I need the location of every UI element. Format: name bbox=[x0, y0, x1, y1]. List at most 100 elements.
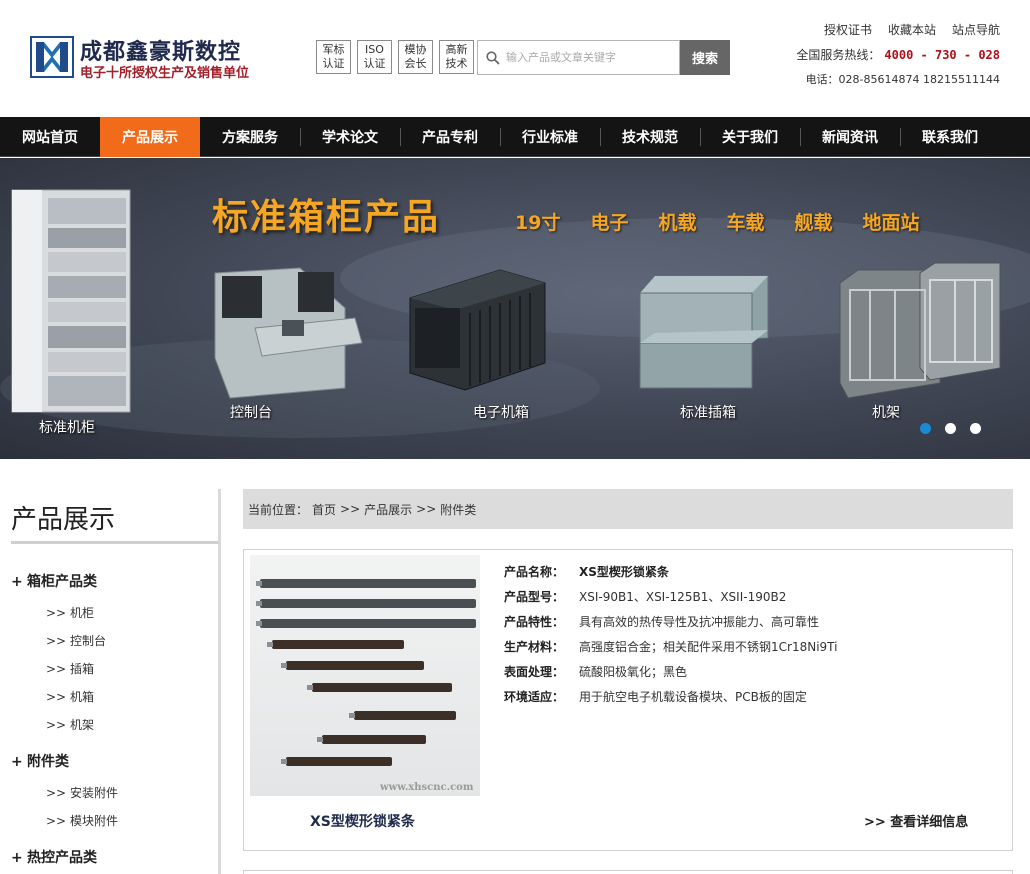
search-button[interactable]: 搜索 bbox=[680, 40, 730, 75]
breadcrumb: 当前位置： 首页 >> 产品展示 >> 附件类 bbox=[243, 489, 1013, 529]
caption-rack: 机架 bbox=[872, 405, 900, 421]
product-image[interactable]: www.xhscnc.com bbox=[250, 555, 480, 796]
spec-key: 产品名称： bbox=[504, 565, 565, 579]
nav-home[interactable]: 网站首页 bbox=[0, 117, 100, 157]
logo-icon bbox=[30, 36, 74, 78]
spec-value: 高强度铝合金；相关配件采用不锈钢1Cr18Ni9Ti bbox=[579, 640, 838, 654]
search-icon bbox=[486, 50, 500, 65]
nav-products[interactable]: 产品展示 bbox=[100, 117, 200, 157]
subcategory-item[interactable]: >> 控制台 bbox=[46, 632, 106, 649]
spec-value: 具有高效的热传导性及抗冲振能力、高可靠性 bbox=[579, 615, 820, 629]
company-subtitle: 电子十所授权生产及销售单位 bbox=[80, 66, 250, 81]
breadcrumb-current[interactable]: 附件类 bbox=[440, 501, 476, 518]
nav-industry-standards[interactable]: 行业标准 bbox=[500, 117, 600, 157]
banner-tag: 舰载 bbox=[794, 212, 833, 234]
subcategory-item[interactable]: >> 安装附件 bbox=[46, 784, 118, 801]
company-logo[interactable]: 成都鑫豪斯数控 电子十所授权生产及销售单位 bbox=[30, 34, 280, 84]
badge-line: 军标 bbox=[322, 43, 345, 56]
hotline-number: 4000 - 730 - 028 bbox=[884, 48, 1000, 62]
search-input[interactable] bbox=[506, 51, 671, 64]
subcategory-label: 机箱 bbox=[69, 690, 94, 704]
nav-solutions[interactable]: 方案服务 bbox=[200, 117, 300, 157]
spec-key: 产品特性： bbox=[504, 615, 565, 629]
nav-patents[interactable]: 产品专利 bbox=[400, 117, 500, 157]
subcategory-label: 模块附件 bbox=[69, 814, 118, 828]
breadcrumb-separator: >> bbox=[416, 502, 437, 516]
rack-illustration bbox=[839, 262, 1001, 399]
slider-dot-2[interactable] bbox=[945, 423, 956, 434]
spec-row: 环境适应： 用于航空电子机载设备模块、PCB板的固定 bbox=[504, 684, 837, 709]
spec-key: 表面处理： bbox=[504, 665, 565, 679]
category-cabinet-products[interactable]: + 箱柜产品类 bbox=[11, 571, 97, 591]
link-sitemap[interactable]: 站点导航 bbox=[952, 21, 1000, 38]
breadcrumb-products[interactable]: 产品展示 bbox=[364, 501, 412, 518]
breadcrumb-home[interactable]: 首页 bbox=[312, 501, 336, 518]
expand-icon: + bbox=[11, 574, 23, 590]
spec-row: 表面处理： 硫酸阳极氧化；黑色 bbox=[504, 659, 837, 684]
main-nav: 网站首页 产品展示 方案服务 学术论文 产品专利 行业标准 技术规范 关于我们 … bbox=[0, 117, 1030, 157]
spec-key: 环境适应： bbox=[504, 690, 565, 704]
banner-tag: 电子 bbox=[590, 212, 629, 234]
category-label: 热控产品类 bbox=[27, 850, 97, 866]
caption-console: 控制台 bbox=[230, 405, 272, 421]
slider-dots bbox=[920, 423, 981, 434]
badge-military: 军标 认证 bbox=[316, 40, 351, 74]
subcategory-item[interactable]: >> 机架 bbox=[46, 716, 94, 733]
link-certificate[interactable]: 授权证书 bbox=[824, 21, 872, 38]
nav-tech-specs[interactable]: 技术规范 bbox=[600, 117, 700, 157]
wedge-lock-illustration bbox=[256, 579, 476, 766]
subcategory-item[interactable]: >> 机柜 bbox=[46, 604, 94, 621]
hero-banner[interactable]: 标准箱柜产品 19寸 电子 机载 车载 舰载 地面站 标准机柜 控制台 电子机箱… bbox=[0, 158, 1030, 459]
subcategory-item[interactable]: >> 模块附件 bbox=[46, 812, 118, 829]
link-bookmark[interactable]: 收藏本站 bbox=[888, 21, 936, 38]
badge-line: 技术 bbox=[445, 57, 468, 70]
slider-dot-3[interactable] bbox=[970, 423, 981, 434]
spec-value: XS型楔形锁紧条 bbox=[579, 565, 669, 579]
badge-line: 高新 bbox=[445, 43, 468, 56]
subcategory-item[interactable]: >> 插箱 bbox=[46, 660, 94, 677]
subcategory-item[interactable]: >> 机箱 bbox=[46, 688, 94, 705]
cabinet-illustration bbox=[11, 189, 131, 413]
banner-tag: 车载 bbox=[726, 212, 765, 234]
spec-value: 硫酸阳极氧化；黑色 bbox=[579, 665, 688, 679]
product-card: www.xhscnc.com XS型楔形锁紧条 >> 查看详细信息 产品名称： … bbox=[243, 549, 1013, 851]
badge-line: ISO bbox=[365, 43, 384, 56]
spec-value: 用于航空电子机载设备模块、PCB板的固定 bbox=[579, 690, 807, 704]
category-accessories[interactable]: + 附件类 bbox=[11, 751, 69, 771]
subcategory-label: 控制台 bbox=[69, 634, 106, 648]
top-links: 授权证书 收藏本站 站点导航 bbox=[824, 21, 1000, 38]
spec-row: 产品名称： XS型楔形锁紧条 bbox=[504, 559, 837, 584]
caption-subrack: 标准插箱 bbox=[680, 405, 736, 421]
nav-contact[interactable]: 联系我们 bbox=[900, 117, 1000, 157]
spec-row: 产品特性： 具有高效的热传导性及抗冲振能力、高可靠性 bbox=[504, 609, 837, 634]
search-field-wrapper[interactable] bbox=[477, 40, 680, 75]
badge-association: 模协 会长 bbox=[398, 40, 433, 74]
spec-key: 生产材料： bbox=[504, 640, 565, 654]
sidebar-divider bbox=[218, 489, 221, 874]
product-caption[interactable]: XS型楔形锁紧条 bbox=[310, 811, 415, 831]
caption-cabinet: 标准机柜 bbox=[39, 420, 95, 436]
nav-papers[interactable]: 学术论文 bbox=[300, 117, 400, 157]
product-specs: 产品名称： XS型楔形锁紧条 产品型号： XSI-90B1、XSI-125B1、… bbox=[504, 559, 837, 709]
badge-iso: ISO 认证 bbox=[357, 40, 392, 74]
next-product-card bbox=[243, 870, 1013, 874]
expand-icon: + bbox=[11, 754, 23, 770]
site-header: 成都鑫豪斯数控 电子十所授权生产及销售单位 军标 认证 ISO 认证 模协 会长… bbox=[0, 0, 1030, 117]
category-label: 箱柜产品类 bbox=[27, 574, 97, 590]
banner-tags: 19寸 电子 机载 车载 舰载 地面站 bbox=[515, 208, 920, 235]
sidebar-title: 产品展示 bbox=[11, 505, 116, 535]
caption-chassis: 电子机箱 bbox=[473, 405, 529, 421]
console-illustration bbox=[214, 267, 363, 399]
image-watermark: www.xhscnc.com bbox=[380, 782, 474, 793]
slider-dot-1[interactable] bbox=[920, 423, 931, 434]
subcategory-label: 机柜 bbox=[69, 606, 94, 620]
view-details-link[interactable]: >> 查看详细信息 bbox=[864, 811, 968, 830]
certification-badges: 军标 认证 ISO 认证 模协 会长 高新 技术 bbox=[316, 40, 474, 74]
category-label: 附件类 bbox=[27, 754, 69, 770]
banner-tag: 机载 bbox=[658, 212, 697, 234]
nav-about[interactable]: 关于我们 bbox=[700, 117, 800, 157]
contact-phone: 电话：028-85614874 18215511144 bbox=[805, 73, 1000, 86]
nav-news[interactable]: 新闻资讯 bbox=[800, 117, 900, 157]
category-thermal-products[interactable]: + 热控产品类 bbox=[11, 847, 97, 867]
banner-tag: 地面站 bbox=[862, 212, 920, 234]
